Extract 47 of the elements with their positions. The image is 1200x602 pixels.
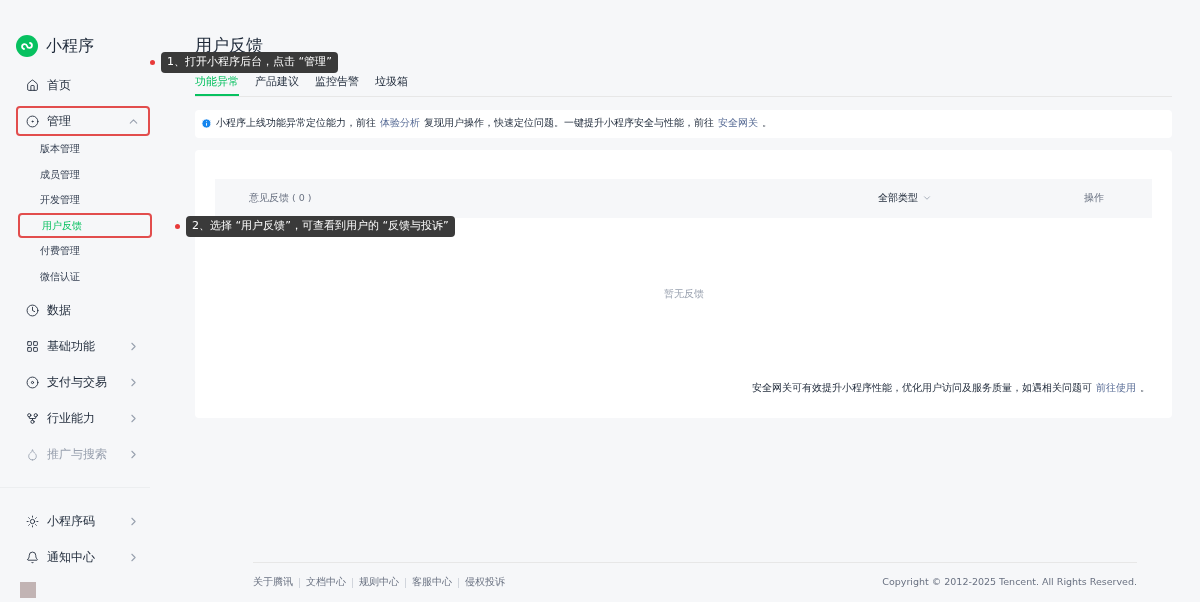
footer-link[interactable]: 关于腾讯 — [253, 575, 293, 590]
app-title: 小程序 — [46, 35, 94, 57]
sidebar-item[interactable]: 数据 — [16, 295, 150, 325]
callout: 2、选择 “用户反馈”，可查看到用户的 “反馈与投诉” — [186, 216, 455, 237]
fork-icon — [26, 411, 39, 425]
sidebar-item[interactable]: 支付与交易 — [16, 367, 150, 397]
dot-circle-icon — [26, 375, 39, 389]
sidebar-subitem[interactable]: 付费管理 — [16, 238, 150, 264]
tab[interactable]: 产品建议 — [255, 74, 299, 96]
tab[interactable]: 垃圾箱 — [375, 74, 408, 96]
sidebar-item[interactable]: 小程序码 — [16, 506, 150, 536]
sidebar-item[interactable]: 行业能力 — [16, 403, 150, 433]
sidebar-subitem[interactable]: 开发管理 — [16, 187, 150, 213]
link[interactable]: 体验分析 — [380, 117, 420, 129]
info-icon — [201, 118, 212, 129]
sidebar-subitem[interactable]: 版本管理 — [16, 136, 150, 162]
sidebar-item[interactable]: 通知中心 — [16, 542, 150, 572]
link[interactable]: 前往使用 — [1096, 382, 1136, 394]
chevron-down-icon — [922, 193, 933, 203]
footer-link[interactable]: 规则中心 — [359, 575, 399, 590]
grid-icon — [26, 339, 39, 353]
empty-text: 暂无反馈 — [663, 286, 704, 301]
sidebar-item[interactable]: 基础功能 — [16, 331, 150, 361]
tab[interactable]: 监控告警 — [315, 74, 359, 96]
notice-text: 小程序上线功能异常定位能力，前往 体验分析 复现用户操作，快速定位问题。一键提升小程序安全与性能，前往 安全网关 。 — [216, 116, 772, 131]
gateway-note: 安全网关可有效提升小程序性能，优化用户访问及服务质量，如遇相关问题可 前往使用 。 — [752, 381, 1150, 396]
logo-icon — [16, 35, 38, 57]
sidebar-subitem[interactable]: 微信认证 — [16, 263, 150, 289]
sun-icon — [26, 514, 39, 528]
footer-link[interactable]: 侵权投诉 — [465, 575, 505, 590]
home-icon — [26, 78, 39, 92]
footer-link[interactable]: 文档中心 — [306, 575, 346, 590]
footer-link[interactable]: 客服中心 — [412, 575, 452, 590]
target-icon — [26, 114, 39, 128]
type-filter[interactable]: 全部类型 — [878, 190, 933, 206]
drop-icon — [26, 447, 39, 461]
copyright: Copyright © 2012-2025 Tencent. All Rights Reserved. — [882, 575, 1137, 590]
avatar[interactable] — [20, 582, 36, 598]
callout: 1、打开小程序后台，点击 “管理” — [161, 52, 338, 73]
clock-icon — [26, 303, 39, 317]
link[interactable]: 安全网关 — [718, 117, 758, 129]
sidebar-subitem[interactable]: 成员管理 — [16, 161, 150, 187]
sidebar-item[interactable]: 首页 — [16, 70, 150, 100]
column-header: 意见反馈 ( 0 ) — [249, 191, 312, 203]
bell-icon — [26, 550, 39, 564]
sidebar-item[interactable]: 管理 — [16, 106, 150, 136]
column-header: 操作 — [1084, 191, 1104, 203]
